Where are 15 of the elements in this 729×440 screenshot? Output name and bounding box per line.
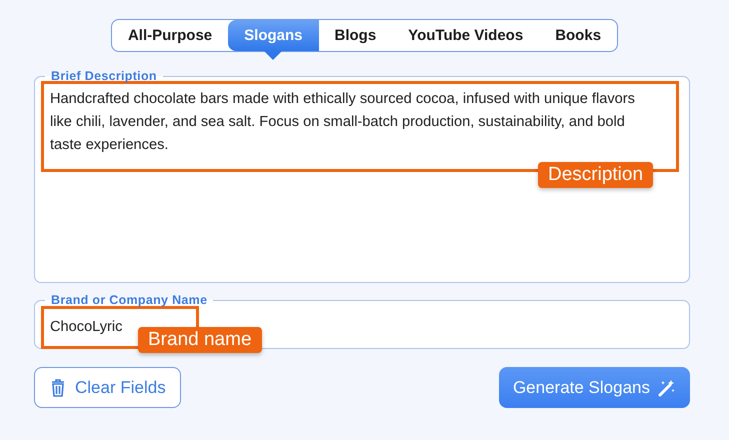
callout-label: Description [538,162,654,188]
category-tab[interactable]: Blogs [318,20,392,51]
tab-pointer-icon [264,51,282,60]
category-tab[interactable]: All-Purpose [112,20,228,51]
callout-label: Brand name [138,327,262,353]
brand-name-text: ChocoLyric [49,318,124,335]
description-text: Handcrafted chocolate bars made with ethically sourced cocoa, infused with unique flavors like chili, lavender, and sea salt. Focus on small-batch production, sustainability, and bold taste experiences. [49,90,635,155]
magic-wand-icon [658,378,676,396]
description-field[interactable] [34,69,690,283]
field-label: Brand or Company Name [50,293,208,307]
category-tab[interactable]: YouTube Videos [392,20,540,51]
clear-fields-button[interactable]: Clear Fields [34,367,181,408]
trash-icon [51,378,65,396]
category-tab[interactable]: Books [539,20,618,51]
field-label: Brief Description [50,69,158,83]
